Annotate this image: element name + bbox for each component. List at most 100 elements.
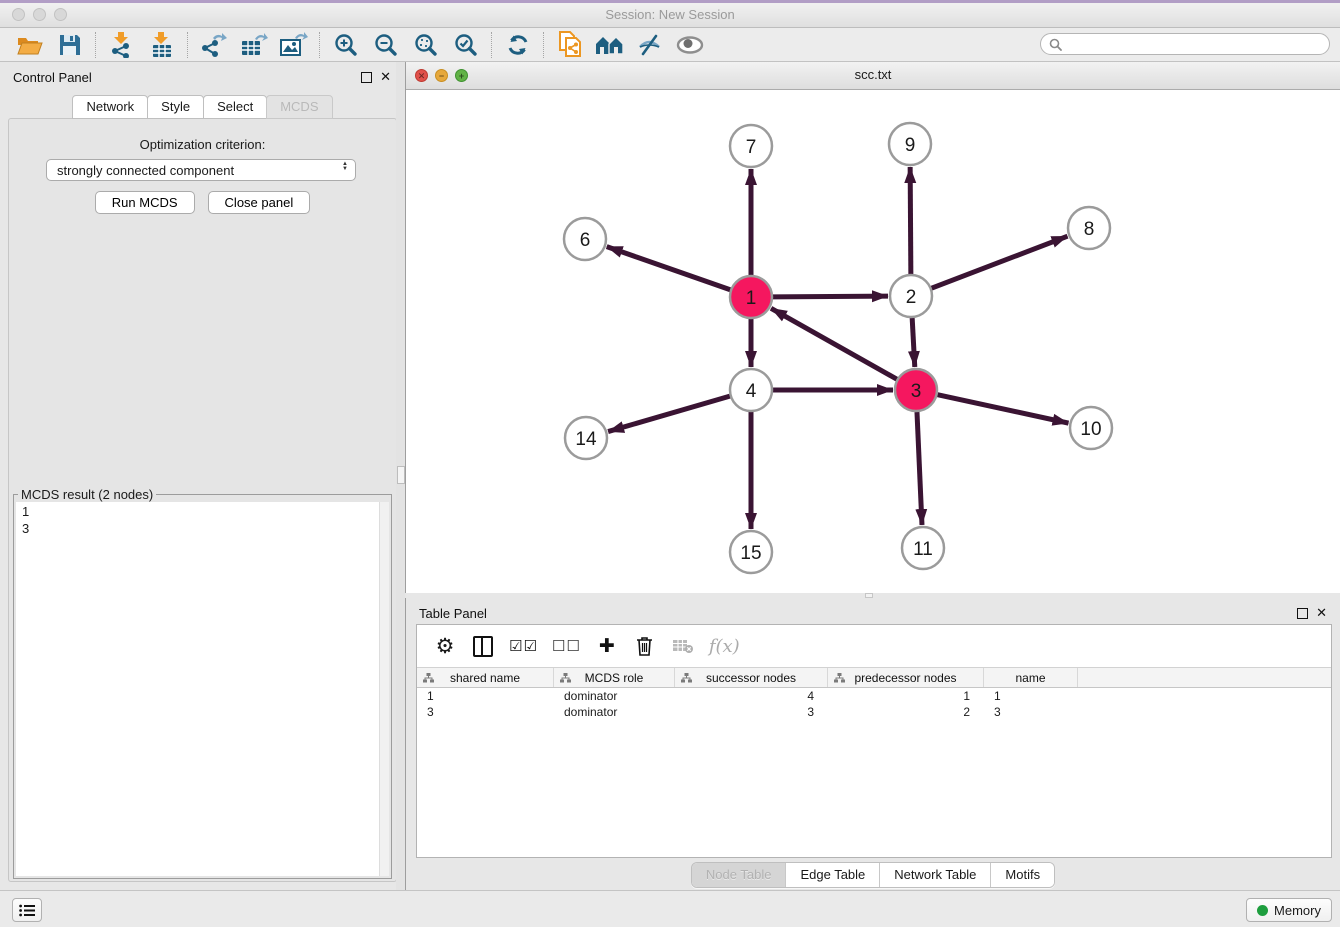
edge-3-11[interactable]	[917, 412, 922, 525]
graph-node-4[interactable]: 4	[730, 369, 772, 411]
open-session-icon[interactable]	[10, 30, 50, 60]
refresh-layout-icon[interactable]	[498, 30, 538, 60]
select-all-icon[interactable]: ☑☑	[509, 633, 538, 659]
tab-motifs[interactable]: Motifs	[990, 863, 1054, 887]
table-panel-title: Table Panel	[419, 606, 487, 621]
graph-node-2[interactable]: 2	[890, 275, 932, 317]
edge-2-8[interactable]	[932, 236, 1068, 288]
tab-node-table[interactable]: Node Table	[692, 863, 786, 887]
run-mcds-button[interactable]: Run MCDS	[95, 191, 195, 214]
zoom-in-icon[interactable]	[326, 30, 366, 60]
search-input[interactable]	[1040, 33, 1330, 55]
network-graph-canvas[interactable]: 7 9 6 8 1 2 4 3 14 10 15 11	[406, 90, 1340, 593]
edge-3-1[interactable]	[771, 308, 897, 379]
column-header-successor-nodes[interactable]: successor nodes	[675, 668, 828, 687]
graph-node-10[interactable]: 10	[1070, 407, 1112, 449]
table-cell[interactable]: 1	[417, 689, 554, 703]
function-builder-icon: f(x)	[709, 633, 740, 659]
edge-1-2[interactable]	[773, 296, 888, 297]
node-label: 1	[746, 288, 757, 309]
optimization-criterion-select[interactable]: strongly connected component ▲▼	[46, 159, 356, 181]
edge-1-6[interactable]	[607, 247, 731, 290]
import-table-icon[interactable]	[142, 30, 182, 60]
tab-style[interactable]: Style	[147, 95, 204, 119]
tab-network[interactable]: Network	[72, 95, 148, 119]
add-column-icon[interactable]: ✚	[595, 633, 619, 659]
table-cell[interactable]: dominator	[554, 705, 675, 719]
float-panel-icon[interactable]	[361, 72, 372, 83]
deselect-all-icon[interactable]: ☐☐	[552, 633, 581, 659]
graph-node-8[interactable]: 8	[1068, 207, 1110, 249]
column-header-name[interactable]: name	[984, 668, 1078, 687]
network-from-selection-icon[interactable]	[550, 30, 590, 60]
export-table-icon[interactable]	[234, 30, 274, 60]
node-label: 2	[906, 287, 917, 308]
tab-network-table[interactable]: Network Table	[879, 863, 990, 887]
graph-node-3[interactable]: 3	[895, 369, 937, 411]
node-label: 11	[913, 539, 933, 560]
table-cell[interactable]: 1	[984, 689, 1078, 703]
result-scrollbar[interactable]	[379, 502, 389, 876]
node-label: 4	[746, 381, 757, 402]
control-panel-tabs: NetworkStyleSelectMCDS	[0, 95, 404, 119]
zoom-fit-icon[interactable]	[406, 30, 446, 60]
control-panel-title: Control Panel	[13, 70, 92, 85]
float-panel-icon[interactable]	[1297, 608, 1308, 619]
graph-node-15[interactable]: 15	[730, 531, 772, 573]
table-cell[interactable]: 2	[828, 705, 984, 719]
edge-2-3[interactable]	[912, 318, 915, 367]
node-label: 8	[1084, 219, 1095, 240]
export-image-icon[interactable]	[274, 30, 314, 60]
memory-label: Memory	[1274, 903, 1321, 918]
toolbar-separator	[95, 32, 97, 58]
delete-table-icon	[671, 633, 695, 659]
zoom-selected-icon[interactable]	[446, 30, 486, 60]
table-row[interactable]: 1dominator411	[417, 688, 1331, 704]
tab-select[interactable]: Select	[203, 95, 267, 119]
table-header-row: shared nameMCDS rolesuccessor nodesprede…	[417, 667, 1331, 688]
zoom-out-icon[interactable]	[366, 30, 406, 60]
graph-node-1[interactable]: 1	[730, 276, 772, 318]
first-neighbors-icon[interactable]	[590, 30, 630, 60]
network-view-window: ✕ − + scc.txt 7968124314101511	[405, 62, 1340, 593]
table-rows: 1dominator4113dominator323	[417, 688, 1331, 720]
column-header-shared-name[interactable]: shared name	[417, 668, 554, 687]
edge-3-10[interactable]	[937, 395, 1068, 423]
close-panel-button[interactable]: Close panel	[208, 191, 311, 214]
column-header-predecessor-nodes[interactable]: predecessor nodes	[828, 668, 984, 687]
table-row[interactable]: 3dominator323	[417, 704, 1331, 720]
save-session-icon[interactable]	[50, 30, 90, 60]
columns-icon[interactable]	[471, 633, 495, 659]
tab-edge-table[interactable]: Edge Table	[785, 863, 879, 887]
splitter-grip[interactable]	[397, 466, 405, 484]
show-all-icon[interactable]	[670, 30, 710, 60]
vertical-splitter[interactable]	[396, 62, 405, 890]
table-cell[interactable]: 1	[828, 689, 984, 703]
table-cell[interactable]: 3	[984, 705, 1078, 719]
graph-node-11[interactable]: 11	[902, 527, 944, 569]
table-cell[interactable]: 3	[417, 705, 554, 719]
graph-node-6[interactable]: 6	[564, 218, 606, 260]
mcds-result-textarea[interactable]: 1 3	[16, 502, 389, 876]
tab-mcds[interactable]: MCDS	[266, 95, 332, 119]
task-history-button[interactable]	[12, 898, 42, 922]
export-network-icon[interactable]	[194, 30, 234, 60]
edge-4-14[interactable]	[608, 396, 730, 431]
column-header-MCDS-role[interactable]: MCDS role	[554, 668, 675, 687]
import-network-icon[interactable]	[102, 30, 142, 60]
table-cell[interactable]: dominator	[554, 689, 675, 703]
table-toolbar: ⚙ ☑☑ ☐☐ ✚ f(x)	[417, 625, 1331, 667]
table-cell[interactable]: 4	[675, 689, 828, 703]
delete-icon[interactable]	[633, 633, 657, 659]
close-panel-icon[interactable]: ✕	[1316, 605, 1327, 621]
hide-selected-icon[interactable]	[630, 30, 670, 60]
table-cell[interactable]: 3	[675, 705, 828, 719]
edge-2-9[interactable]	[910, 167, 911, 274]
graph-node-7[interactable]: 7	[730, 125, 772, 167]
graph-node-14[interactable]: 14	[565, 417, 607, 459]
close-panel-icon[interactable]: ✕	[380, 69, 391, 85]
window-title: Session: New Session	[0, 7, 1340, 22]
gear-icon[interactable]: ⚙	[433, 633, 457, 659]
graph-node-9[interactable]: 9	[889, 123, 931, 165]
memory-button[interactable]: Memory	[1246, 898, 1332, 922]
